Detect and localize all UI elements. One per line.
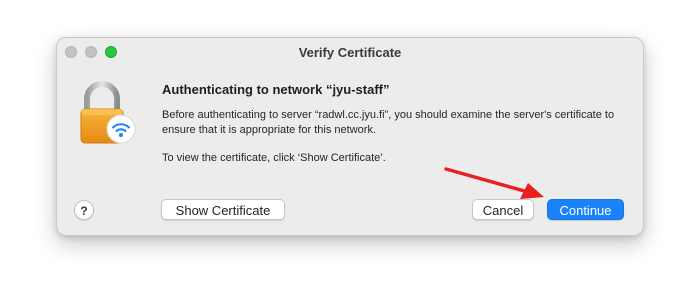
verify-certificate-dialog: Verify Certificate Authenticating to net… <box>56 37 644 236</box>
screenshot-stage: Verify Certificate Authenticating to net… <box>0 0 699 308</box>
message-paragraph-2: To view the certificate, click ‘Show Cer… <box>162 152 386 164</box>
continue-button[interactable]: Continue <box>547 199 624 220</box>
message-paragraph-1: Before authenticating to server “radwl.c… <box>162 109 615 136</box>
show-certificate-button[interactable]: Show Certificate <box>161 199 285 220</box>
red-annotation-arrow-icon <box>444 167 544 199</box>
title-bar: Verify Certificate <box>57 38 643 66</box>
dialog-heading: Authenticating to network “jyu-staff” <box>162 82 390 97</box>
dialog-message: Before authenticating to server “radwl.c… <box>162 108 622 166</box>
padlock-wifi-icon <box>77 81 137 147</box>
window-title: Verify Certificate <box>298 45 402 60</box>
help-button[interactable]: ? <box>74 200 94 220</box>
